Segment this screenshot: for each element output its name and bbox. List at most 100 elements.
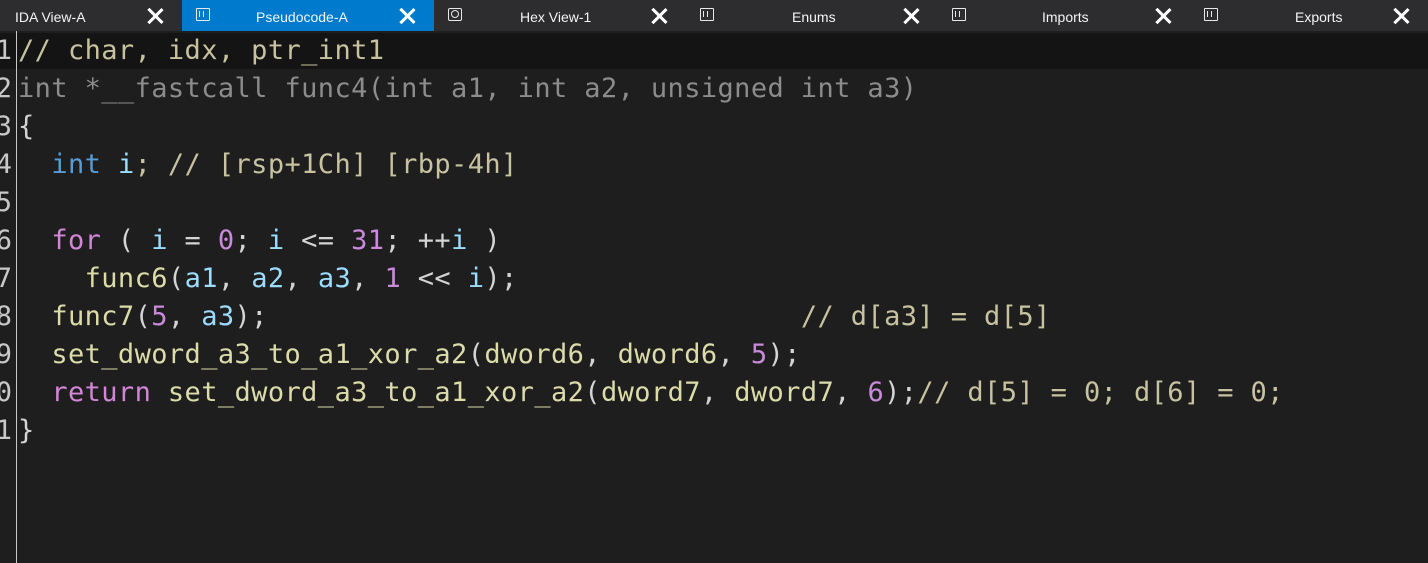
code-token: return [51,377,152,408]
tab-label: Pseudocode-A [256,9,348,25]
line-number: 8 [0,301,12,332]
code-token: i [151,225,168,256]
close-icon[interactable] [1154,7,1172,25]
code-token: , [700,377,735,408]
code-line[interactable]: 3{ [0,108,1428,146]
line-number: 7 [0,263,12,294]
close-icon[interactable] [146,7,164,25]
code-token: a1 [184,263,218,294]
code-token: a2 [251,263,285,294]
close-icon[interactable] [650,7,668,25]
close-icon[interactable] [1392,7,1410,25]
hex-view-icon [448,8,462,21]
close-icon[interactable] [902,7,920,25]
code-line[interactable]: 7 func6(a1, a2, a3, 1 << i); [0,260,1428,298]
tab-enums[interactable]: Enums [686,0,938,31]
code-token: // char, idx, ptr_int1 [18,35,385,66]
code-token: 1 [384,263,402,294]
code-token: } [18,415,35,446]
code-token: func7 [51,301,135,332]
code-token: , [834,377,868,408]
tab-imports[interactable]: Imports [938,0,1190,31]
code-line[interactable]: 9 set_dword_a3_to_a1_xor_a2(dword6, dwor… [0,336,1428,374]
code-line[interactable]: 2 int *__fastcall func4(int a1, int a2, u… [0,70,1428,108]
code-text[interactable]: func6(a1, a2, a3, 1 << i); [18,260,518,298]
code-token: 6 [867,377,885,408]
code-line[interactable]: 5 [0,184,1428,222]
code-text[interactable]: int *__fastcall func4(int a1, int a2, un… [18,70,917,108]
code-token: ); [884,377,918,408]
line-number: 5 [0,187,12,218]
line-number: 2 [0,73,12,104]
code-token: dword6 [484,339,585,370]
code-token: int *__fastcall func4(int a1, int a2, un… [18,73,918,104]
code-token: = [167,225,218,256]
code-line[interactable]: 8 func7(5, a3); // d[a3] = d[5] [0,298,1428,336]
line-number: 3 [0,111,12,142]
code-token: set_dword_a3_to_a1_xor_a2 [167,377,585,408]
code-token: ) [467,225,502,256]
pseudocode-icon [196,8,210,21]
code-token: 31 [351,225,385,256]
line-number: 9 [0,339,12,370]
code-text[interactable]: // char, idx, ptr_int1 [18,32,384,70]
code-token: set_dword_a3_to_a1_xor_a2 [51,339,468,370]
code-text[interactable]: set_dword_a3_to_a1_xor_a2(dword6, dword6… [18,336,801,374]
code-token: // d[5] = 0; d[6] = 0; [917,377,1284,408]
code-token: a3 [317,263,352,294]
exports-icon [1204,8,1218,21]
code-text[interactable]: int i; // [rsp+1Ch] [rbp-4h] [18,146,518,184]
tab-label: IDA View-A [15,9,86,25]
tab-label: Enums [792,9,836,25]
tab-ida-view-a[interactable]: IDA View-A [0,0,182,31]
imports-icon [952,8,966,21]
tab-bar: IDA View-A Pseudocode-A Hex View-1 Enums… [0,0,1428,31]
code-token: , [584,339,618,370]
tab-label: Hex View-1 [520,9,592,25]
code-line[interactable]: 1} [0,412,1428,450]
code-token: ( [584,377,601,408]
code-token: , [217,263,252,294]
code-token: 0 [217,225,235,256]
code-token: ( [467,339,485,370]
pseudocode-editor[interactable]: 1// char, idx, ptr_int1 2 int *__fastcall … [0,31,1428,563]
tab-pseudocode-a[interactable]: Pseudocode-A [182,0,434,31]
code-line[interactable]: 1// char, idx, ptr_int1 [0,32,1428,70]
code-token: func6 [84,263,168,294]
code-token: i [467,263,485,294]
close-icon[interactable] [398,7,416,25]
tab-hex-view-1[interactable]: Hex View-1 [434,0,686,31]
code-token: , [351,263,385,294]
code-token: dword7 [734,377,835,408]
code-token: 5 [151,301,168,332]
code-token: i [117,149,135,180]
code-token: ); [767,339,801,370]
code-token: int [51,149,102,180]
code-token: ; ++ [384,225,452,256]
code-token: ; [234,225,268,256]
code-token: 5 [750,339,768,370]
code-text[interactable]: func7(5, a3); // d[a3] = d[5] [18,298,1051,336]
code-text[interactable]: { [18,108,35,146]
code-text[interactable]: for ( i = 0; i <= 31; ++i ) [18,222,501,260]
code-text[interactable]: return set_dword_a3_to_a1_xor_a2(dword7,… [18,374,1284,412]
code-line[interactable]: 4 int i; // [rsp+1Ch] [rbp-4h] [0,146,1428,184]
code-text[interactable]: } [18,412,35,450]
code-token: a3 [201,301,235,332]
code-token: ; // [rsp+1Ch] [rbp-4h] [134,149,518,180]
line-number: 1 [0,35,12,66]
code-token: i [451,225,468,256]
tab-exports[interactable]: Exports [1190,0,1428,31]
code-line[interactable]: 0 return set_dword_a3_to_a1_xor_a2(dword… [0,374,1428,412]
line-number: 1 [0,415,12,446]
code-token: for [51,225,102,256]
code-line[interactable]: 6 for ( i = 0; i <= 31; ++i ) [0,222,1428,260]
code-token: dword7 [600,377,701,408]
enums-icon [700,8,714,21]
